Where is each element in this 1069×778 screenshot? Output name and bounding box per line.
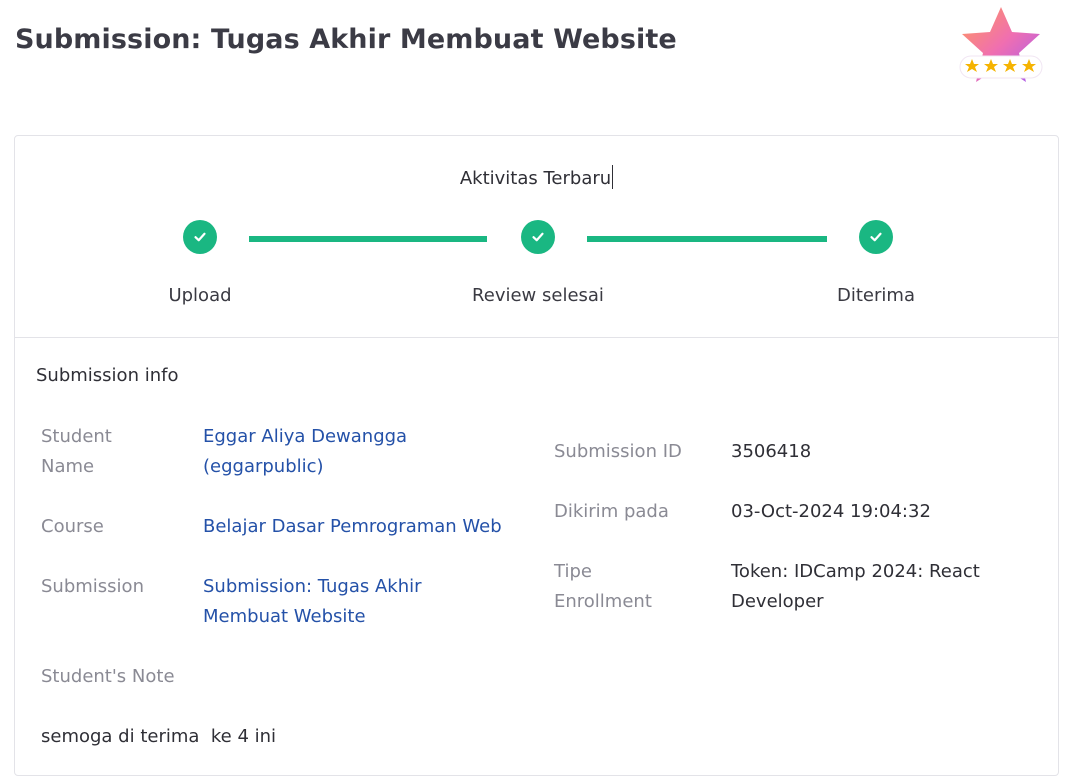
submission-label: Submission [41,576,144,597]
submission-id-label: Submission ID [554,441,682,462]
submission-link[interactable]: Submission: Tugas Akhir Membuat Website [203,576,422,627]
text-caret [612,165,614,189]
enrollment-type-label: Tipe Enrollment [554,561,652,612]
step-upload-dot [183,220,217,254]
submission-id-value: 3506418 [731,441,812,462]
step-accepted-dot [859,220,893,254]
check-icon [194,232,206,242]
submission-card: Aktivitas Terbaru Upload Review selesai … [14,135,1059,776]
sent-at-value: 03-Oct-2024 19:04:32 [731,501,931,522]
check-icon [532,232,544,242]
step-review-label: Review selesai [472,285,604,306]
submission-info-title: Submission info [36,365,179,386]
sent-at-label: Dikirim pada [554,501,669,522]
activity-section: Aktivitas Terbaru Upload Review selesai … [15,136,1058,338]
student-note-value: semoga di terima ke 4 ini [41,726,277,747]
step-accepted-label: Diterima [837,285,915,306]
step-upload-label: Upload [168,285,232,306]
step-review-dot [521,220,555,254]
student-name-value: Eggar Aliya Dewangga (eggarpublic) [203,422,523,482]
student-note-label: Student's Note [41,666,175,687]
student-name-link[interactable]: Eggar Aliya Dewangga (eggarpublic) [203,426,407,477]
activity-title: Aktivitas Terbaru [15,165,1058,189]
course-value: Belajar Dasar Pemrograman Web [203,512,533,542]
student-name-label: Student Name [41,426,112,477]
submission-page: Submission: Tugas Akhir Membuat Website … [0,0,1069,778]
course-link[interactable]: Belajar Dasar Pemrograman Web [203,516,502,537]
page-title: Submission: Tugas Akhir Membuat Website [15,24,677,55]
enrollment-type-value: Token: IDCamp 2024: React Developer [731,561,980,612]
check-icon [870,232,882,242]
star-rating-badge-icon [959,7,1043,82]
course-label: Course [41,516,104,537]
progress-line-1 [249,236,487,242]
submission-value: Submission: Tugas Akhir Membuat Website [203,572,463,632]
progress-line-2 [587,236,827,242]
